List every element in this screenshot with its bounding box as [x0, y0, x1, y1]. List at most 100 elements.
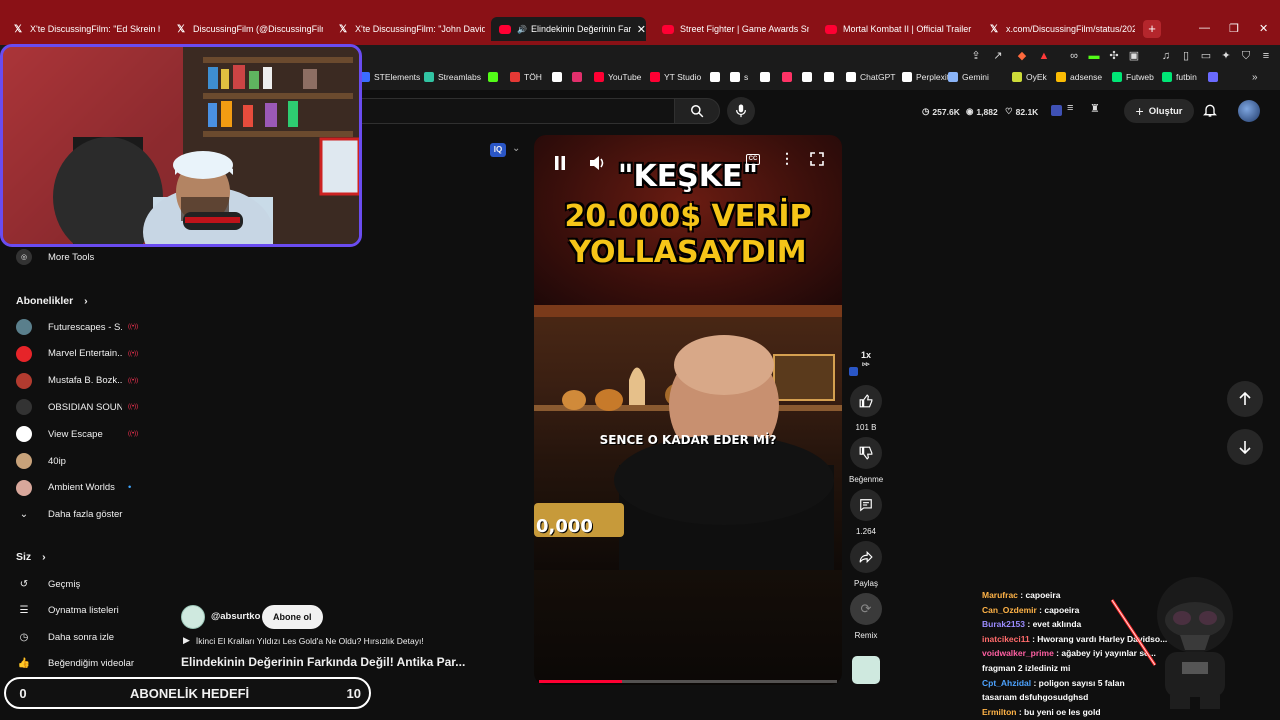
sound-thumbnail[interactable] [852, 656, 880, 684]
subscription-item[interactable]: Ambient Worlds • [16, 477, 131, 499]
create-button[interactable]: + Oluştur [1124, 99, 1194, 123]
notifications-bell-icon[interactable] [1202, 102, 1218, 123]
share-button[interactable]: Paylaş [849, 541, 883, 588]
bookmark-item[interactable]: Perplexity [902, 72, 953, 82]
sidebar-toggle-icon[interactable]: ▯ [1180, 50, 1192, 62]
extension-icon[interactable] [1051, 105, 1062, 116]
subscription-item[interactable]: Mustafa B. Bozk... ((•)) [16, 370, 138, 392]
bookmark-item[interactable]: YT Studio [650, 72, 701, 82]
subscription-item[interactable]: Marvel Entertain... ((•)) [16, 343, 138, 365]
bookmark-item[interactable] [572, 72, 586, 82]
extensions-icon[interactable]: ✣ [1108, 50, 1120, 62]
comments-button[interactable]: 1.264 [849, 489, 883, 536]
bookmark-extension-icon[interactable] [1208, 72, 1218, 82]
goal-current: 0 [19, 685, 27, 701]
extension-badge[interactable] [849, 367, 858, 376]
captions-icon[interactable]: CC [746, 154, 760, 165]
pause-button[interactable] [546, 149, 574, 177]
progress-track[interactable] [539, 680, 837, 683]
bookmark-item[interactable] [782, 72, 796, 82]
extension-icon[interactable]: ∞ [1068, 50, 1080, 62]
avatar[interactable] [1238, 100, 1260, 122]
you-menu-item[interactable]: ☰ Oynatma listeleri [16, 600, 119, 622]
playback-speed-button[interactable]: 1x ▹▹ [849, 350, 883, 368]
bookmark-item[interactable]: STElements [360, 72, 420, 82]
trophy-icon[interactable]: ♜ [1090, 102, 1100, 115]
channel-avatar[interactable] [181, 605, 205, 629]
bookmark-item[interactable]: OyEk [1012, 72, 1047, 82]
fullscreen-icon[interactable] [810, 152, 824, 171]
show-more-button[interactable]: ⌄ Daha fazla göster [16, 503, 123, 525]
minimize-icon[interactable]: — [1199, 22, 1210, 34]
media-icon[interactable]: ♫ [1160, 50, 1172, 62]
subscription-item[interactable]: 40ip [16, 450, 122, 472]
chevron-down-icon[interactable]: ⌄ [512, 143, 520, 154]
bookmark-item[interactable] [488, 72, 502, 82]
search-button[interactable] [674, 98, 720, 124]
previous-short-button[interactable] [1227, 381, 1263, 417]
bookmark-item[interactable]: TÖH [510, 72, 542, 82]
leo-ai-icon[interactable]: ✦ [1220, 50, 1232, 62]
share-icon[interactable]: ↗ [992, 50, 1004, 62]
browser-tab[interactable]: 🔊Elindekinin Değerinin Farkınd ✕ [491, 17, 646, 41]
extension-badge[interactable]: IQ [490, 143, 506, 157]
x-logo-icon: 𝕏 [989, 23, 999, 35]
bookmark-item[interactable]: adsense [1056, 72, 1102, 82]
new-tab-button[interactable]: + [1143, 20, 1161, 38]
browser-tab[interactable]: 𝕏 DiscussingFilm (@DiscussingFilm) / X [167, 17, 323, 41]
you-menu-item[interactable]: ↺ Geçmiş [16, 573, 80, 595]
bookmark-item[interactable]: Streamlabs [424, 72, 481, 82]
tab-audio-icon[interactable]: 🔊 [517, 25, 527, 34]
bookmark-item[interactable]: s [730, 72, 748, 82]
bookmark-item[interactable]: YouTube [594, 72, 641, 82]
subscription-item[interactable]: OBSIDIAN SOUN... ((•)) [16, 396, 138, 418]
bookmark-item[interactable] [710, 72, 724, 82]
more-options-icon[interactable]: ⋮ [780, 150, 794, 167]
more-tools-item[interactable]: ◎ More Tools [16, 246, 94, 268]
brave-rewards-icon[interactable]: ▲ [1038, 50, 1050, 62]
maximize-icon[interactable]: ❐ [1229, 22, 1239, 35]
like-button[interactable]: 101 B [849, 385, 883, 432]
close-window-icon[interactable]: ✕ [1259, 22, 1268, 35]
bookmark-item[interactable]: futbin [1162, 72, 1197, 82]
menu-icon[interactable]: ≡ [1260, 50, 1272, 62]
next-short-button[interactable] [1227, 429, 1263, 465]
bookmark-item[interactable] [824, 72, 838, 82]
extension-icon[interactable]: ▬ [1088, 50, 1100, 62]
voice-search-button[interactable] [727, 97, 755, 125]
bookmark-item[interactable] [802, 72, 816, 82]
bookmark-item[interactable]: ChatGPT [846, 72, 895, 82]
remix-button[interactable]: ⟳ Remix [849, 593, 883, 640]
channel-handle[interactable]: @absurtko [211, 611, 260, 622]
you-menu-item[interactable]: ◷ Daha sonra izle [16, 626, 114, 648]
play-icon: ▶ [183, 635, 190, 645]
short-title[interactable]: Elindekinin Değerinin Farkında Değil! An… [181, 655, 465, 669]
subscription-item[interactable]: Futurescapes - S... ((•)) [16, 316, 138, 338]
bookmark-item[interactable]: Gemini [948, 72, 989, 82]
screenshot-icon[interactable]: ▣ [1128, 50, 1140, 62]
vpn-icon[interactable]: ⛉ [1240, 50, 1252, 62]
browser-tab[interactable]: Street Fighter | Game Awards Sneak [654, 17, 809, 41]
browser-tab[interactable]: 𝕏 X'te DiscussingFilm: "Ed Skrein has b [4, 17, 160, 41]
subscribe-button[interactable]: Abone ol [262, 605, 323, 629]
subscription-item[interactable]: View Escape ((•)) [16, 423, 138, 445]
list-icon[interactable]: ≡ [1067, 102, 1073, 114]
brave-shield-icon[interactable]: ◆ [1016, 50, 1028, 62]
more-bookmarks-icon[interactable]: » [1252, 72, 1258, 83]
subscriptions-heading[interactable]: Abonelikler › [16, 295, 88, 307]
music-link[interactable]: ▶ İkinci El Kralları Yıldızı Les Gold'a … [183, 635, 424, 646]
bookmark-item[interactable] [760, 72, 774, 82]
short-video-player[interactable]: "KEŞKE" 20.000$ VERİP YOLLASAYDIM SENCE … [534, 135, 842, 685]
bookmark-item[interactable] [552, 72, 566, 82]
you-heading[interactable]: Siz › [16, 551, 46, 563]
tab-close-icon[interactable]: ✕ [637, 23, 646, 36]
install-icon[interactable]: ⇪ [970, 50, 982, 62]
wallet-icon[interactable]: ▭ [1200, 50, 1212, 62]
dislike-button[interactable]: Beğenme [849, 437, 883, 484]
volume-button[interactable] [584, 149, 612, 177]
browser-tab[interactable]: 𝕏x.com/DiscussingFilm/status/202647 [980, 17, 1135, 41]
you-menu-item[interactable]: 👍 Beğendiğim videolar [16, 653, 134, 675]
browser-tab[interactable]: 𝕏 X'te DiscussingFilm: "John Davidson [329, 17, 485, 41]
browser-tab[interactable]: Mortal Kombat II | Official Trailer II - [817, 17, 972, 41]
bookmark-item[interactable]: Futweb [1112, 72, 1154, 82]
